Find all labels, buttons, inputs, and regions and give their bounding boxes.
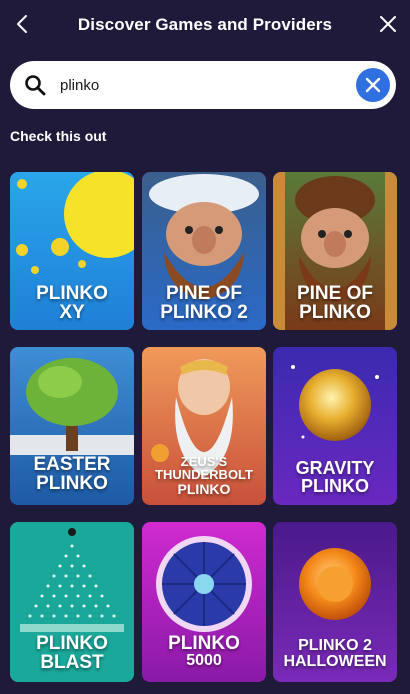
game-tile-plinko-xy[interactable]: PLINKO XY <box>10 172 134 330</box>
game-title: PLINKO XY <box>36 283 108 324</box>
game-tile-zeus-thunderbolt-plinko[interactable]: ZEUS'S THUNDERBOLT PLINKO <box>142 347 266 505</box>
game-grid: PLINKO XY PINE OF PLINKO 2 PINE OF PLINK… <box>0 0 410 694</box>
game-tile-plinko-blast[interactable]: PLINKO BLAST <box>10 522 134 682</box>
game-tile-easter-plinko[interactable]: EASTER PLINKO <box>10 347 134 505</box>
game-title: PLINKO 5000 <box>168 633 240 670</box>
game-tile-pine-of-plinko[interactable]: PINE OF PLINKO <box>273 172 397 330</box>
game-title: PINE OF PLINKO <box>296 283 373 324</box>
game-tile-gravity-plinko[interactable]: GRAVITY PLINKO <box>273 347 397 505</box>
game-title: ZEUS'S THUNDERBOLT PLINKO <box>155 454 253 497</box>
game-title: PLINKO BLAST <box>36 633 108 674</box>
game-title: PLINKO 2 HALLOWEEN <box>283 637 387 671</box>
game-tile-pine-of-plinko-2[interactable]: PINE OF PLINKO 2 <box>142 172 266 330</box>
game-title: PINE OF PLINKO 2 <box>160 283 248 324</box>
game-title: EASTER PLINKO <box>33 454 111 495</box>
game-tile-plinko-2-halloween[interactable]: PLINKO 2 HALLOWEEN <box>273 522 397 682</box>
game-title: GRAVITY PLINKO <box>295 458 375 497</box>
game-tile-plinko-5000[interactable]: PLINKO 5000 <box>142 522 266 682</box>
